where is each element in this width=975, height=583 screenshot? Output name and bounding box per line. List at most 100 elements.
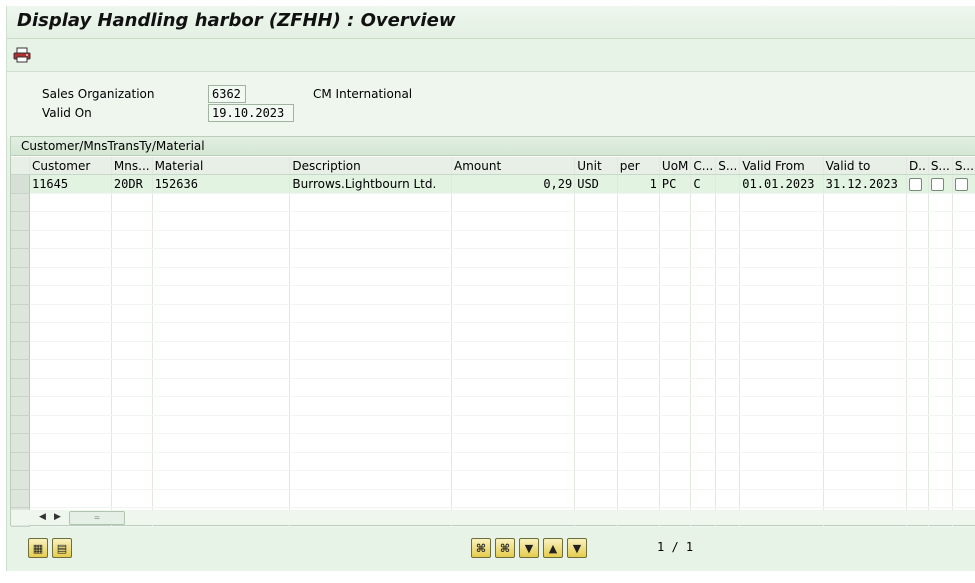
- col-header-amount[interactable]: Amount: [451, 157, 576, 175]
- empty-cell[interactable]: [952, 285, 975, 305]
- empty-cell[interactable]: [715, 211, 741, 231]
- empty-cell[interactable]: [451, 452, 576, 471]
- empty-cell[interactable]: [690, 378, 717, 397]
- col-header-s[interactable]: S...: [715, 157, 741, 175]
- empty-cell[interactable]: [928, 470, 953, 490]
- cell-material[interactable]: 152636: [152, 174, 291, 194]
- empty-cell[interactable]: [29, 470, 112, 490]
- empty-cell[interactable]: [451, 470, 576, 490]
- empty-cell[interactable]: [617, 415, 660, 434]
- empty-cell[interactable]: [823, 359, 907, 379]
- empty-cell[interactable]: [152, 433, 291, 453]
- empty-cell[interactable]: [690, 359, 717, 379]
- empty-cell[interactable]: [289, 489, 452, 508]
- empty-cell[interactable]: [451, 304, 576, 323]
- empty-cell[interactable]: [739, 211, 824, 231]
- empty-cell[interactable]: [29, 415, 112, 434]
- empty-cell[interactable]: [659, 248, 692, 268]
- empty-cell[interactable]: [617, 248, 660, 268]
- cell-amount[interactable]: 0,29: [451, 174, 576, 194]
- empty-cell[interactable]: [690, 304, 717, 323]
- empty-cell[interactable]: [823, 211, 907, 231]
- empty-cell[interactable]: [111, 396, 153, 416]
- empty-cell[interactable]: [823, 322, 907, 342]
- row-selector[interactable]: [11, 285, 30, 305]
- empty-cell[interactable]: [289, 211, 452, 231]
- empty-cell[interactable]: [29, 396, 112, 416]
- empty-cell[interactable]: [739, 415, 824, 434]
- empty-cell[interactable]: [152, 470, 291, 490]
- empty-cell[interactable]: [659, 322, 692, 342]
- sales-org-field[interactable]: 6362: [208, 85, 246, 103]
- empty-cell[interactable]: [928, 304, 953, 323]
- empty-cell[interactable]: [574, 211, 618, 231]
- empty-cell[interactable]: [928, 341, 953, 360]
- empty-cell[interactable]: [617, 267, 660, 286]
- empty-cell[interactable]: [906, 396, 929, 416]
- empty-cell[interactable]: [574, 230, 618, 249]
- empty-cell[interactable]: [574, 341, 618, 360]
- empty-cell[interactable]: [617, 378, 660, 397]
- col-header-description[interactable]: Description: [289, 157, 452, 175]
- empty-cell[interactable]: [739, 304, 824, 323]
- empty-cell[interactable]: [574, 322, 618, 342]
- col-header-valid-from[interactable]: Valid From: [739, 157, 824, 175]
- col-header-per[interactable]: per: [617, 157, 660, 175]
- row-selector[interactable]: [11, 193, 30, 212]
- empty-cell[interactable]: [952, 248, 975, 268]
- scroll-left-icon[interactable]: ◀: [39, 512, 46, 522]
- empty-cell[interactable]: [952, 230, 975, 249]
- row-selector[interactable]: [11, 322, 30, 342]
- empty-cell[interactable]: [29, 322, 112, 342]
- empty-cell[interactable]: [928, 396, 953, 416]
- empty-cell[interactable]: [906, 267, 929, 286]
- empty-cell[interactable]: [690, 433, 717, 453]
- empty-cell[interactable]: [29, 341, 112, 360]
- scroll-right-icon[interactable]: ▶: [54, 512, 61, 522]
- empty-cell[interactable]: [928, 415, 953, 434]
- empty-cell[interactable]: [111, 285, 153, 305]
- empty-cell[interactable]: [823, 415, 907, 434]
- empty-cell[interactable]: [152, 378, 291, 397]
- empty-cell[interactable]: [574, 378, 618, 397]
- empty-cell[interactable]: [111, 341, 153, 360]
- select-all-button[interactable]: ▦: [28, 538, 48, 558]
- find-next-button[interactable]: ⌘: [495, 538, 515, 558]
- empty-cell[interactable]: [690, 341, 717, 360]
- filter-button[interactable]: ▼: [519, 538, 539, 558]
- empty-cell[interactable]: [906, 193, 929, 212]
- empty-cell[interactable]: [823, 489, 907, 508]
- empty-cell[interactable]: [823, 433, 907, 453]
- col-header-s2[interactable]: S...: [928, 157, 953, 175]
- empty-cell[interactable]: [111, 470, 153, 490]
- empty-cell[interactable]: [152, 359, 291, 379]
- empty-cell[interactable]: [111, 230, 153, 249]
- empty-cell[interactable]: [952, 489, 975, 508]
- cell-description[interactable]: Burrows.Lightbourn Ltd.: [289, 174, 452, 194]
- empty-cell[interactable]: [451, 230, 576, 249]
- empty-cell[interactable]: [152, 304, 291, 323]
- empty-cell[interactable]: [289, 248, 452, 268]
- empty-cell[interactable]: [289, 304, 452, 323]
- empty-cell[interactable]: [152, 248, 291, 268]
- empty-cell[interactable]: [659, 193, 692, 212]
- row-selector[interactable]: [11, 174, 30, 194]
- empty-cell[interactable]: [574, 359, 618, 379]
- empty-cell[interactable]: [617, 230, 660, 249]
- empty-cell[interactable]: [289, 415, 452, 434]
- col-header-unit[interactable]: Unit: [574, 157, 618, 175]
- empty-cell[interactable]: [451, 359, 576, 379]
- empty-cell[interactable]: [823, 304, 907, 323]
- empty-cell[interactable]: [289, 267, 452, 286]
- row-selector[interactable]: [11, 415, 30, 434]
- empty-cell[interactable]: [739, 285, 824, 305]
- empty-cell[interactable]: [152, 193, 291, 212]
- empty-cell[interactable]: [659, 267, 692, 286]
- empty-cell[interactable]: [823, 341, 907, 360]
- empty-cell[interactable]: [739, 470, 824, 490]
- empty-cell[interactable]: [152, 211, 291, 231]
- col-header-mns[interactable]: Mns...: [111, 157, 153, 175]
- empty-cell[interactable]: [659, 452, 692, 471]
- empty-cell[interactable]: [617, 489, 660, 508]
- empty-cell[interactable]: [659, 415, 692, 434]
